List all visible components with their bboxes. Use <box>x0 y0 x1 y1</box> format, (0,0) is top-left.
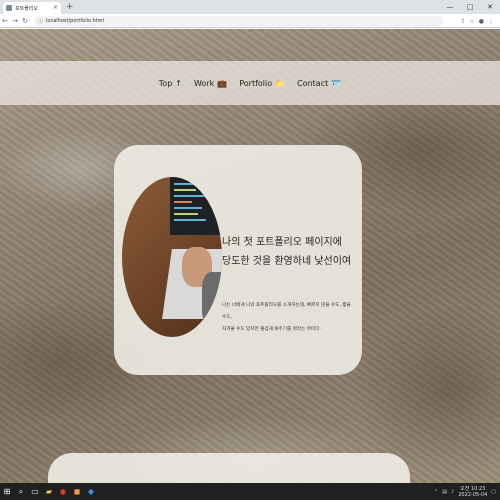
reload-icon[interactable]: ↻ <box>20 14 30 28</box>
file-explorer-icon[interactable]: ▰ <box>42 483 56 500</box>
nav-top-link[interactable]: Top ↑ <box>159 79 182 88</box>
browser-tab[interactable]: 포트폴리오 × <box>3 2 61 14</box>
nav-contact-link[interactable]: Contact 🪪 <box>297 79 341 88</box>
nav-top-label: Top <box>158 78 173 88</box>
clock[interactable]: 오전 10:23 2022-05-04 <box>458 486 487 498</box>
tray-arrow-icon[interactable]: ⌃ <box>434 489 438 495</box>
task-view-icon[interactable]: ▭ <box>28 483 42 500</box>
nav-work-label: Work <box>193 78 215 88</box>
url-text: localhost/portfolio.html <box>46 18 104 24</box>
clock-date: 2022-05-04 <box>458 491 488 498</box>
minimize-button[interactable]: — <box>440 0 460 14</box>
main-nav: Top ↑ Work 💼 Portfolio 📁 Contact 🪪 <box>0 61 500 105</box>
system-tray: ⌃ ▤ ♪ 오전 10:23 2022-05-04 ▢ <box>434 483 496 500</box>
tab-title: 포트폴리오 <box>15 5 39 12</box>
info-icon[interactable]: ⓘ <box>38 18 43 25</box>
browser-tab-bar: 포트폴리오 × + — □ ✕ <box>0 0 500 14</box>
next-section-card <box>48 453 410 483</box>
volume-icon[interactable]: ♪ <box>451 489 454 495</box>
bookmark-star-icon[interactable]: ☆ <box>469 18 474 25</box>
folder-icon: 📁 <box>275 78 286 88</box>
network-icon[interactable]: ▤ <box>442 489 447 495</box>
briefcase-icon: 💼 <box>217 78 228 88</box>
desc-line-2: 지겨울 수도 있지만 즐겁게 봐주기를 바라는 바이다. <box>222 327 321 332</box>
contact-card-icon: 🪪 <box>331 78 342 88</box>
back-icon[interactable]: ← <box>0 14 10 28</box>
arrow-up-icon: ↑ <box>175 78 182 88</box>
favicon-icon <box>6 5 12 11</box>
page-background: Top ↑ Work 💼 Portfolio 📁 Contact 🪪 나의 첫 … <box>0 29 500 483</box>
nav-contact-label: Contact <box>297 78 329 88</box>
share-icon[interactable]: ⇪ <box>460 18 465 25</box>
nav-work-link[interactable]: Work 💼 <box>194 79 227 88</box>
toolbar-icons: ⇪ ☆ ● ⋮ <box>460 14 494 28</box>
headline-line-1: 나의 첫 포트폴리오 페이지에 <box>222 237 342 248</box>
close-tab-icon[interactable]: × <box>53 5 58 11</box>
nav-portfolio-link[interactable]: Portfolio 📁 <box>239 79 285 88</box>
app-icon[interactable]: ◼ <box>70 483 84 500</box>
address-bar: ← → ↻ ⓘ localhost/portfolio.html ⇪ ☆ ● ⋮ <box>0 14 500 28</box>
taskbar: ⊞ ⌕ ▭ ▰ ◉ ◼ ◆ ⌃ ▤ ♪ 오전 10:23 2022-05-04 … <box>0 483 500 500</box>
search-icon[interactable]: ⌕ <box>14 483 28 500</box>
url-input[interactable]: ⓘ localhost/portfolio.html <box>34 16 444 26</box>
notification-icon[interactable]: ▢ <box>491 489 496 495</box>
nav-portfolio-label: Portfolio <box>239 78 273 88</box>
intro-card: 나의 첫 포트폴리오 페이지에 당도한 것을 환영하네 낯선이여 나는 너에게 … <box>114 145 362 375</box>
profile-photo <box>122 177 222 337</box>
windows-start-icon[interactable]: ⊞ <box>0 483 14 500</box>
desc-line-1: 나는 너에게 나의 포트폴리오를 소개하는데, 빠르지 않을 수도, 짧을 수도… <box>222 303 351 320</box>
menu-dots-icon[interactable]: ⋮ <box>488 18 494 25</box>
window-controls: — □ ✕ <box>440 0 500 14</box>
vscode-icon[interactable]: ◆ <box>84 483 98 500</box>
headline-line-2: 당도한 것을 환영하네 낯선이여 <box>222 256 352 267</box>
hero-description: 나는 너에게 나의 포트폴리오를 소개하는데, 빠르지 않을 수도, 짧을 수도… <box>222 300 354 336</box>
new-tab-button[interactable]: + <box>66 2 74 12</box>
forward-icon[interactable]: → <box>10 14 20 28</box>
hero-headline: 나의 첫 포트폴리오 페이지에 당도한 것을 환영하네 낯선이여 <box>222 233 357 271</box>
maximize-button[interactable]: □ <box>460 0 480 14</box>
profile-icon[interactable]: ● <box>479 18 484 25</box>
close-window-button[interactable]: ✕ <box>480 0 500 14</box>
chrome-icon[interactable]: ◉ <box>56 483 70 500</box>
